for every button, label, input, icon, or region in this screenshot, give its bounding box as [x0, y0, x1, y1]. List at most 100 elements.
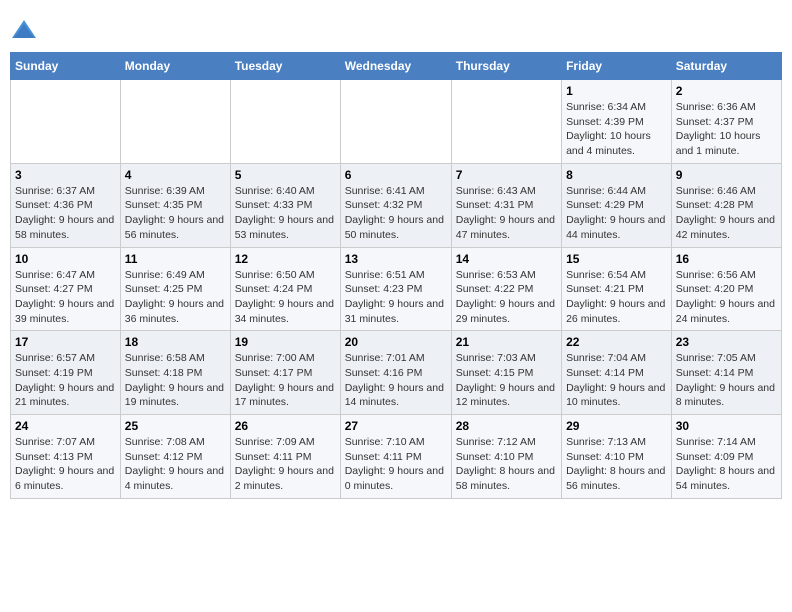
day-number: 23 — [676, 335, 777, 349]
day-cell: 9Sunrise: 6:46 AM Sunset: 4:28 PM Daylig… — [671, 163, 781, 247]
day-cell: 29Sunrise: 7:13 AM Sunset: 4:10 PM Dayli… — [562, 415, 672, 499]
header-thursday: Thursday — [451, 53, 561, 80]
day-number: 27 — [345, 419, 447, 433]
header-monday: Monday — [120, 53, 230, 80]
week-row-2: 3 Sunrise: 6:37 AM Sunset: 4:36 PM Daylig… — [11, 163, 782, 247]
day-cell: 23 Sunrise: 7:05 AM Sunset: 4:14 PM Dayli… — [671, 331, 781, 415]
day-detail: Sunrise: 7:05 AM Sunset: 4:14 PM Dayligh… — [676, 351, 777, 410]
day-number: 16 — [676, 252, 777, 266]
day-cell: 26Sunrise: 7:09 AM Sunset: 4:11 PM Dayli… — [230, 415, 340, 499]
day-cell — [340, 80, 451, 164]
day-cell — [11, 80, 121, 164]
header-friday: Friday — [562, 53, 672, 80]
day-cell — [120, 80, 230, 164]
day-number: 4 — [125, 168, 226, 182]
day-detail: Sunrise: 6:57 AM Sunset: 4:19 PM Dayligh… — [15, 351, 116, 410]
day-number: 1 — [566, 84, 667, 98]
day-number: 21 — [456, 335, 557, 349]
day-number: 6 — [345, 168, 447, 182]
day-detail: Sunrise: 6:49 AM Sunset: 4:25 PM Dayligh… — [125, 268, 226, 327]
day-cell: 2 Sunrise: 6:36 AM Sunset: 4:37 PM Daylig… — [671, 80, 781, 164]
day-cell: 22Sunrise: 7:04 AM Sunset: 4:14 PM Dayli… — [562, 331, 672, 415]
day-detail: Sunrise: 7:07 AM Sunset: 4:13 PM Dayligh… — [15, 435, 116, 494]
day-cell: 18 Sunrise: 6:58 AM Sunset: 4:18 PM Dayli… — [120, 331, 230, 415]
day-detail: Sunrise: 6:51 AM Sunset: 4:23 PM Dayligh… — [345, 268, 447, 327]
day-detail: Sunrise: 6:50 AM Sunset: 4:24 PM Dayligh… — [235, 268, 336, 327]
day-number: 30 — [676, 419, 777, 433]
day-detail: Sunrise: 7:08 AM Sunset: 4:12 PM Dayligh… — [125, 435, 226, 494]
page-header — [10, 10, 782, 44]
day-cell: 27 Sunrise: 7:10 AM Sunset: 4:11 PM Dayli… — [340, 415, 451, 499]
day-detail: Sunrise: 6:44 AM Sunset: 4:29 PM Dayligh… — [566, 184, 667, 243]
header-tuesday: Tuesday — [230, 53, 340, 80]
logo-icon — [10, 16, 38, 44]
day-cell: 24 Sunrise: 7:07 AM Sunset: 4:13 PM Dayli… — [11, 415, 121, 499]
day-number: 25 — [125, 419, 226, 433]
day-detail: Sunrise: 6:36 AM Sunset: 4:37 PM Dayligh… — [676, 100, 777, 159]
day-cell — [230, 80, 340, 164]
day-number: 26 — [235, 419, 336, 433]
day-cell: 25 Sunrise: 7:08 AM Sunset: 4:12 PM Dayli… — [120, 415, 230, 499]
day-detail: Sunrise: 6:53 AM Sunset: 4:22 PM Dayligh… — [456, 268, 557, 327]
day-detail: Sunrise: 6:41 AM Sunset: 4:32 PM Dayligh… — [345, 184, 447, 243]
day-cell: 12 Sunrise: 6:50 AM Sunset: 4:24 PM Dayli… — [230, 247, 340, 331]
week-row-1: 1 Sunrise: 6:34 AM Sunset: 4:39 PM Daylig… — [11, 80, 782, 164]
day-detail: Sunrise: 6:37 AM Sunset: 4:36 PM Dayligh… — [15, 184, 116, 243]
day-number: 14 — [456, 252, 557, 266]
day-number: 3 — [15, 168, 116, 182]
day-detail: Sunrise: 6:46 AM Sunset: 4:28 PM Dayligh… — [676, 184, 777, 243]
calendar-header-row: SundayMondayTuesdayWednesdayThursdayFrid… — [11, 53, 782, 80]
week-row-5: 24 Sunrise: 7:07 AM Sunset: 4:13 PM Dayli… — [11, 415, 782, 499]
day-cell: 1 Sunrise: 6:34 AM Sunset: 4:39 PM Daylig… — [562, 80, 672, 164]
day-number: 10 — [15, 252, 116, 266]
day-number: 17 — [15, 335, 116, 349]
day-cell: 13 Sunrise: 6:51 AM Sunset: 4:23 PM Dayli… — [340, 247, 451, 331]
week-row-4: 17 Sunrise: 6:57 AM Sunset: 4:19 PM Dayli… — [11, 331, 782, 415]
day-detail: Sunrise: 7:12 AM Sunset: 4:10 PM Dayligh… — [456, 435, 557, 494]
calendar-table: SundayMondayTuesdayWednesdayThursdayFrid… — [10, 52, 782, 499]
day-number: 24 — [15, 419, 116, 433]
day-number: 18 — [125, 335, 226, 349]
day-cell: 16 Sunrise: 6:56 AM Sunset: 4:20 PM Dayli… — [671, 247, 781, 331]
day-detail: Sunrise: 6:43 AM Sunset: 4:31 PM Dayligh… — [456, 184, 557, 243]
day-detail: Sunrise: 7:01 AM Sunset: 4:16 PM Dayligh… — [345, 351, 447, 410]
day-detail: Sunrise: 6:40 AM Sunset: 4:33 PM Dayligh… — [235, 184, 336, 243]
header-sunday: Sunday — [11, 53, 121, 80]
day-cell: 28Sunrise: 7:12 AM Sunset: 4:10 PM Dayli… — [451, 415, 561, 499]
day-detail: Sunrise: 7:10 AM Sunset: 4:11 PM Dayligh… — [345, 435, 447, 494]
day-cell: 5 Sunrise: 6:40 AM Sunset: 4:33 PM Daylig… — [230, 163, 340, 247]
header-saturday: Saturday — [671, 53, 781, 80]
day-cell: 8Sunrise: 6:44 AM Sunset: 4:29 PM Daylig… — [562, 163, 672, 247]
day-cell: 15 Sunrise: 6:54 AM Sunset: 4:21 PM Dayli… — [562, 247, 672, 331]
day-cell: 7 Sunrise: 6:43 AM Sunset: 4:31 PM Daylig… — [451, 163, 561, 247]
day-cell: 19 Sunrise: 7:00 AM Sunset: 4:17 PM Dayli… — [230, 331, 340, 415]
day-detail: Sunrise: 7:03 AM Sunset: 4:15 PM Dayligh… — [456, 351, 557, 410]
header-wednesday: Wednesday — [340, 53, 451, 80]
day-cell: 21 Sunrise: 7:03 AM Sunset: 4:15 PM Dayli… — [451, 331, 561, 415]
day-detail: Sunrise: 6:34 AM Sunset: 4:39 PM Dayligh… — [566, 100, 667, 159]
day-detail: Sunrise: 6:58 AM Sunset: 4:18 PM Dayligh… — [125, 351, 226, 410]
day-number: 13 — [345, 252, 447, 266]
day-number: 15 — [566, 252, 667, 266]
day-detail: Sunrise: 7:14 AM Sunset: 4:09 PM Dayligh… — [676, 435, 777, 494]
day-cell: 6 Sunrise: 6:41 AM Sunset: 4:32 PM Daylig… — [340, 163, 451, 247]
day-cell: 30 Sunrise: 7:14 AM Sunset: 4:09 PM Dayli… — [671, 415, 781, 499]
day-number: 7 — [456, 168, 557, 182]
week-row-3: 10Sunrise: 6:47 AM Sunset: 4:27 PM Dayli… — [11, 247, 782, 331]
day-number: 11 — [125, 252, 226, 266]
day-detail: Sunrise: 6:56 AM Sunset: 4:20 PM Dayligh… — [676, 268, 777, 327]
day-number: 20 — [345, 335, 447, 349]
day-number: 5 — [235, 168, 336, 182]
day-cell: 10Sunrise: 6:47 AM Sunset: 4:27 PM Dayli… — [11, 247, 121, 331]
day-detail: Sunrise: 6:39 AM Sunset: 4:35 PM Dayligh… — [125, 184, 226, 243]
day-detail: Sunrise: 6:54 AM Sunset: 4:21 PM Dayligh… — [566, 268, 667, 327]
day-number: 19 — [235, 335, 336, 349]
day-number: 2 — [676, 84, 777, 98]
day-detail: Sunrise: 7:04 AM Sunset: 4:14 PM Dayligh… — [566, 351, 667, 410]
day-cell: 4 Sunrise: 6:39 AM Sunset: 4:35 PM Daylig… — [120, 163, 230, 247]
day-cell: 3 Sunrise: 6:37 AM Sunset: 4:36 PM Daylig… — [11, 163, 121, 247]
day-detail: Sunrise: 7:13 AM Sunset: 4:10 PM Dayligh… — [566, 435, 667, 494]
day-number: 12 — [235, 252, 336, 266]
day-cell — [451, 80, 561, 164]
day-detail: Sunrise: 7:00 AM Sunset: 4:17 PM Dayligh… — [235, 351, 336, 410]
